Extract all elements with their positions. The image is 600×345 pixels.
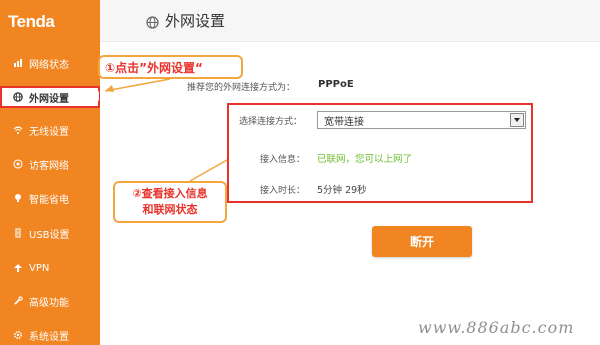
vpn-icon [12,262,24,274]
recommended-value: PPPoE [318,79,354,90]
duration-label: 接入时长： [260,186,306,196]
sidebar-item-label: 系统设置 [29,331,69,343]
network-status-icon [12,57,24,69]
sidebar-item-label: 无线设置 [29,126,69,138]
wrench-icon [12,295,24,307]
sidebar-item-wireless[interactable]: 无线设置 [0,119,100,141]
connection-type-label: 选择连接方式： [239,117,303,127]
sidebar-item-label: VPN [29,262,50,274]
sidebar-item-label: USB设置 [29,229,70,241]
callout-step2-line2: 和联网状态 [142,203,198,216]
sidebar-item-label: 网络状态 [29,59,69,71]
access-info-label: 接入信息： [260,155,306,165]
disconnect-button[interactable]: 断开 [372,226,472,257]
connection-type-value: 宽带连接 [324,116,364,128]
sidebar-item-label: 高级功能 [29,297,69,309]
sidebar: Tenda 网络状态 外网设置 无线设置 访客网络 智能省电 USB设置 VPN… [0,0,100,345]
page-header: 外网设置 [100,0,600,42]
callout-step1: ①点击”外网设置“ [98,55,243,79]
callout-step2-line1: ②查看接入信息 [132,187,208,200]
connection-type-select[interactable]: 宽带连接 [317,111,526,129]
watermark: www.886abc.com [418,318,575,337]
sidebar-item-label: 访客网络 [29,160,69,172]
sidebar-item-advanced[interactable]: 高级功能 [0,290,100,312]
gear-icon [12,329,24,341]
chevron-down-icon[interactable] [510,113,524,127]
bulb-icon [12,192,24,204]
guest-icon [12,158,24,170]
usb-icon [12,227,24,239]
sidebar-item-label: 智能省电 [29,194,69,206]
recommended-label: 推荐您的外网连接方式为： [187,83,296,93]
page-title: 外网设置 [165,12,226,30]
globe-icon [12,91,24,103]
sidebar-item-guest-network[interactable]: 访客网络 [0,153,100,175]
globe-icon [146,14,159,29]
sidebar-item-power-saving[interactable]: 智能省电 [0,187,100,209]
access-info-value: 已联网，您可以上网了 [317,154,413,165]
sidebar-item-label: 外网设置 [29,93,69,105]
sidebar-item-wan-settings[interactable]: 外网设置 [0,86,100,108]
sidebar-item-network-status[interactable]: 网络状态 [0,52,100,74]
wifi-icon [12,124,24,136]
callout-step2: ②查看接入信息 和联网状态 [113,181,227,223]
sidebar-item-usb[interactable]: USB设置 [0,222,100,244]
sidebar-item-system[interactable]: 系统设置 [0,324,100,345]
sidebar-item-vpn[interactable]: VPN [0,257,100,279]
active-indicator-arrow [93,91,99,101]
duration-value: 5分钟 29秒 [317,185,367,196]
tenda-logo: Tenda [8,12,55,31]
